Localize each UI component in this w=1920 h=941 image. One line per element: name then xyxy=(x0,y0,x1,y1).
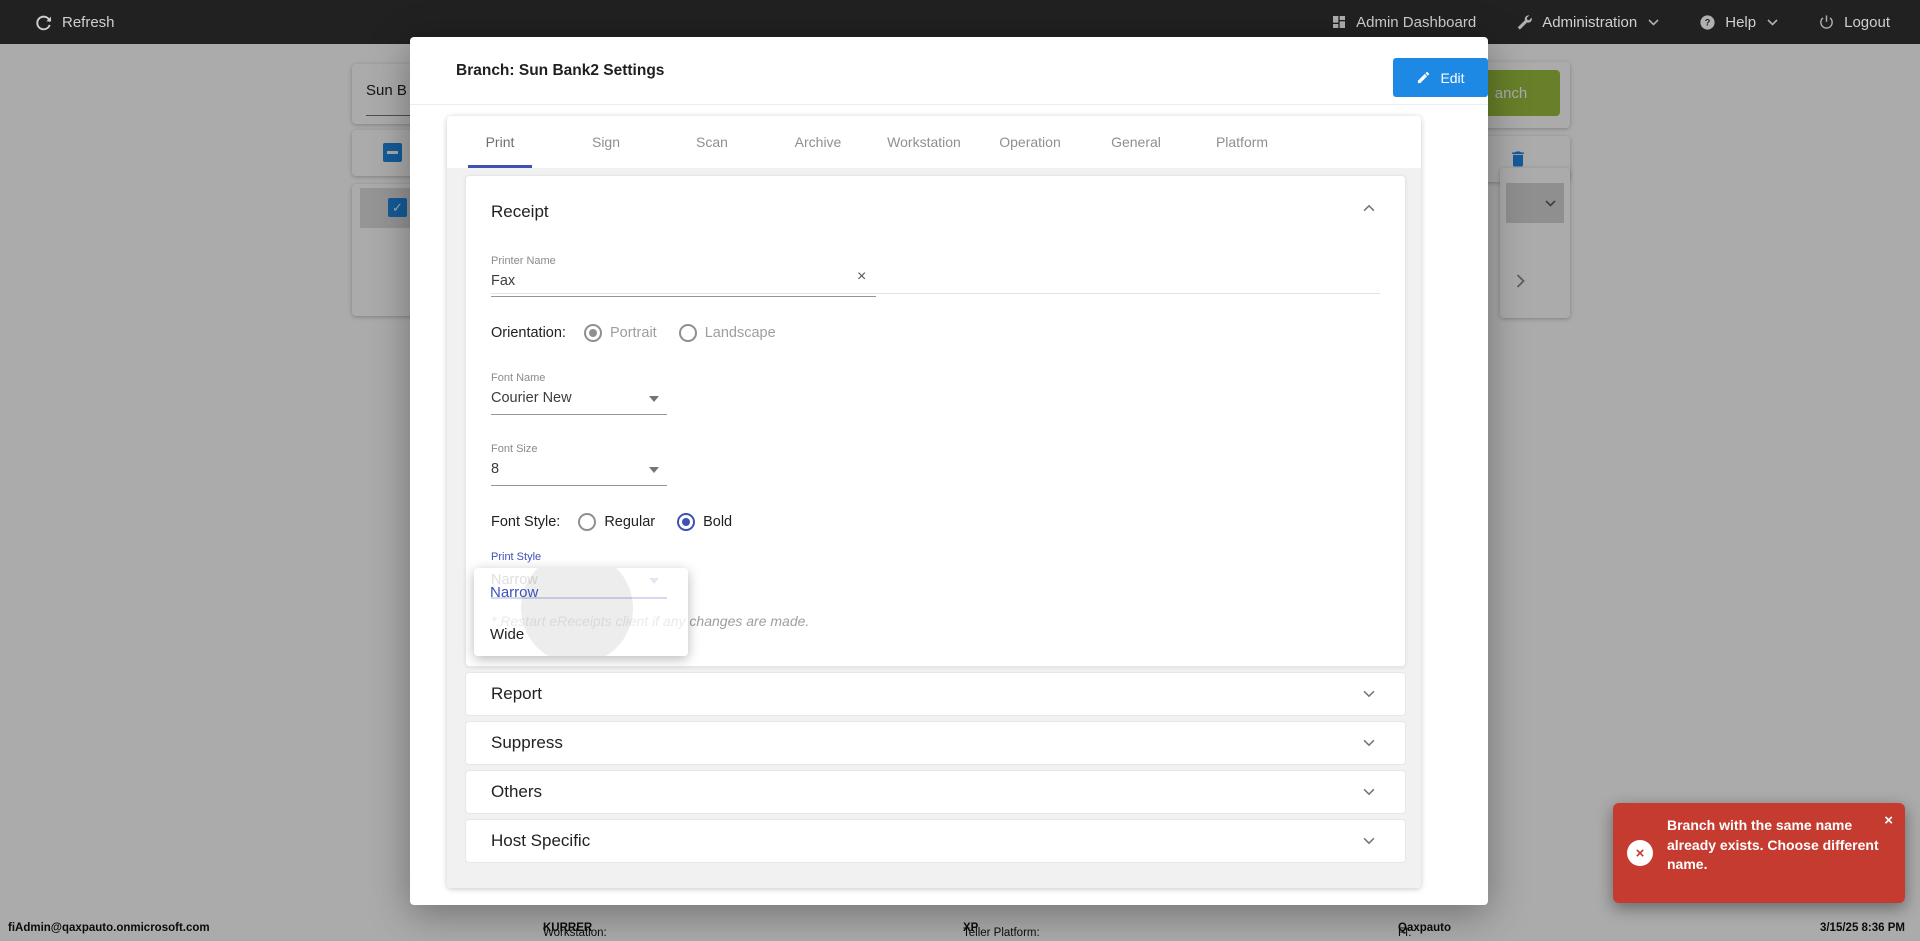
dialog-body: Print Sign Scan Archive Workstation Oper… xyxy=(447,116,1421,888)
refresh-button[interactable]: Refresh xyxy=(34,13,115,32)
bold-radio[interactable] xyxy=(677,513,695,531)
font-size-label: Font Size xyxy=(491,443,537,455)
report-section-title: Report xyxy=(491,684,542,704)
dashboard-icon xyxy=(1331,14,1347,30)
power-icon xyxy=(1818,14,1835,31)
error-icon: × xyxy=(1627,840,1653,866)
font-style-group: Font Style: Regular Bold xyxy=(491,513,732,531)
help-label: Help xyxy=(1725,14,1756,31)
font-name-select[interactable]: Courier New xyxy=(491,390,572,406)
input-underline xyxy=(491,414,667,415)
tab-sign[interactable]: Sign xyxy=(553,116,659,168)
printer-name-label: Printer Name xyxy=(491,255,556,267)
input-underline xyxy=(491,485,667,486)
tab-archive[interactable]: Archive xyxy=(765,116,871,168)
menu-option-narrow[interactable]: Narrow xyxy=(490,584,538,601)
admin-dashboard-link[interactable]: Admin Dashboard xyxy=(1331,14,1476,31)
tab-label: General xyxy=(1111,134,1161,150)
report-section-header[interactable]: Report xyxy=(465,672,1406,716)
others-section-title: Others xyxy=(491,782,542,802)
help-menu[interactable]: ? Help xyxy=(1699,14,1778,31)
chevron-up-icon[interactable] xyxy=(1363,204,1375,212)
branch-settings-dialog: Branch: Sun Bank2 Settings Edit Print Si… xyxy=(410,37,1488,905)
dialog-header: Branch: Sun Bank2 Settings Edit xyxy=(410,37,1488,105)
suppress-section-header[interactable]: Suppress xyxy=(465,721,1406,765)
font-name-label: Font Name xyxy=(491,372,545,384)
host-specific-section-title: Host Specific xyxy=(491,831,590,851)
chevron-down-icon xyxy=(1767,19,1778,26)
tab-general[interactable]: General xyxy=(1083,116,1189,168)
others-section-header[interactable]: Others xyxy=(465,770,1406,814)
landscape-radio[interactable] xyxy=(679,324,697,342)
orientation-group: Orientation: Portrait Landscape xyxy=(491,324,776,342)
clear-icon[interactable]: × xyxy=(857,268,866,286)
ripple-effect xyxy=(521,568,633,656)
tab-platform[interactable]: Platform xyxy=(1189,116,1295,168)
chevron-down-icon xyxy=(1363,788,1375,796)
menu-option-wide[interactable]: Wide xyxy=(490,626,524,643)
refresh-label: Refresh xyxy=(62,14,115,31)
tab-scan[interactable]: Scan xyxy=(659,116,765,168)
tab-print[interactable]: Print xyxy=(447,116,553,168)
edit-label: Edit xyxy=(1440,70,1464,86)
bold-label: Bold xyxy=(703,514,732,530)
receipt-section: Receipt Printer Name Fax × Orientation: … xyxy=(465,175,1406,667)
printer-name-field[interactable]: Fax xyxy=(491,273,515,289)
print-style-menu: Narrow Wide xyxy=(474,568,688,656)
font-size-select[interactable]: 8 xyxy=(491,461,499,477)
edit-button[interactable]: Edit xyxy=(1393,58,1488,97)
tab-label: Print xyxy=(486,134,515,150)
host-specific-section-header[interactable]: Host Specific xyxy=(465,819,1406,863)
chevron-down-icon xyxy=(1363,837,1375,845)
dropdown-caret-icon[interactable] xyxy=(649,396,659,402)
wrench-icon xyxy=(1516,14,1533,31)
dropdown-caret-icon[interactable] xyxy=(649,467,659,473)
portrait-radio[interactable] xyxy=(584,324,602,342)
administration-menu[interactable]: Administration xyxy=(1516,14,1659,31)
tab-label: Scan xyxy=(696,134,728,150)
logout-button[interactable]: Logout xyxy=(1818,14,1890,31)
tab-workstation[interactable]: Workstation xyxy=(871,116,977,168)
divider xyxy=(491,293,1380,294)
tab-label: Operation xyxy=(999,134,1060,150)
tab-operation[interactable]: Operation xyxy=(977,116,1083,168)
chevron-down-icon xyxy=(1363,739,1375,747)
settings-tabs: Print Sign Scan Archive Workstation Oper… xyxy=(447,116,1421,168)
pencil-icon xyxy=(1416,70,1431,85)
chevron-down-icon xyxy=(1363,690,1375,698)
orientation-label: Orientation: xyxy=(491,325,566,341)
tab-label: Workstation xyxy=(887,134,961,150)
chevron-down-icon xyxy=(1648,19,1659,26)
admin-dashboard-label: Admin Dashboard xyxy=(1356,14,1476,31)
toast-message: Branch with the same name already exists… xyxy=(1667,816,1879,875)
logout-label: Logout xyxy=(1844,14,1890,31)
refresh-icon xyxy=(34,13,53,32)
input-underline xyxy=(491,296,876,297)
administration-label: Administration xyxy=(1542,14,1637,31)
help-icon: ? xyxy=(1699,14,1716,31)
tab-label: Platform xyxy=(1216,134,1268,150)
font-style-label: Font Style: xyxy=(491,514,560,530)
suppress-section-title: Suppress xyxy=(491,733,563,753)
toast-close-icon[interactable]: × xyxy=(1884,812,1893,829)
print-tab-content: Receipt Printer Name Fax × Orientation: … xyxy=(447,168,1421,888)
svg-text:?: ? xyxy=(1705,17,1711,27)
print-style-label: Print Style xyxy=(491,551,541,563)
portrait-label: Portrait xyxy=(610,325,657,341)
tab-label: Sign xyxy=(592,134,620,150)
tab-label: Archive xyxy=(795,134,842,150)
regular-label: Regular xyxy=(604,514,655,530)
regular-radio[interactable] xyxy=(578,513,596,531)
receipt-section-title: Receipt xyxy=(491,202,549,222)
error-toast: × Branch with the same name already exis… xyxy=(1613,803,1905,903)
landscape-label: Landscape xyxy=(705,325,776,341)
dialog-title: Branch: Sun Bank2 Settings xyxy=(456,62,664,80)
